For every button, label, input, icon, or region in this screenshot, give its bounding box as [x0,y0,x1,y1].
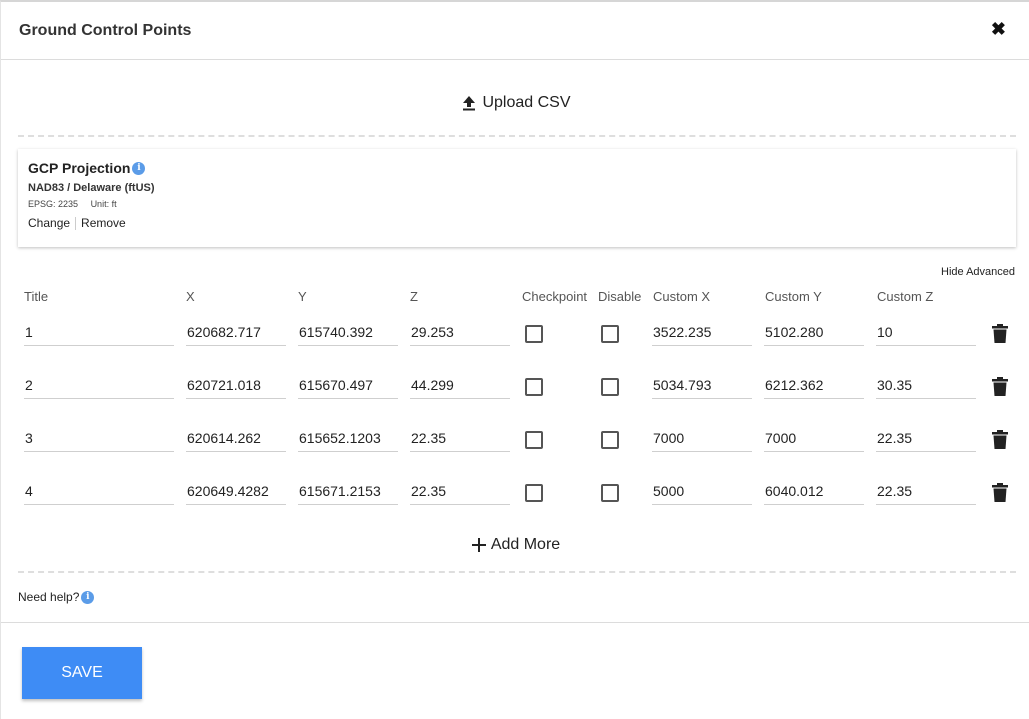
x-input[interactable] [186,425,286,452]
custom-y-input[interactable] [764,425,864,452]
column-header-custom-x: Custom X [653,289,711,304]
disable-checkbox[interactable] [601,484,619,502]
custom-y-input[interactable] [764,319,864,346]
title-input[interactable] [24,425,174,452]
add-more-label: Add More [490,536,561,553]
y-input[interactable] [298,478,398,505]
remove-projection-link[interactable]: Remove [81,216,126,230]
close-icon[interactable]: ✖ [991,19,1006,39]
projection-epsg: EPSG: 2235 [28,199,79,209]
column-header-x: X [186,289,195,304]
projection-unit: Unit: ft [90,199,117,209]
footer-divider [1,622,1029,623]
plus-icon [471,538,486,552]
projection-name: NAD83 / Delaware (ftUS) [28,182,155,194]
need-help-label: Need help? [18,590,80,604]
title-input[interactable] [24,478,174,505]
x-input[interactable] [186,478,286,505]
checkpoint-checkbox[interactable] [525,431,543,449]
custom-z-input[interactable] [876,319,976,346]
trash-icon[interactable] [992,430,1008,449]
custom-x-input[interactable] [652,319,752,346]
upload-divider [18,135,1016,137]
gcp-dialog: Ground Control Points ✖ Upload CSV GCP P… [0,0,1029,719]
disable-checkbox[interactable] [601,431,619,449]
dialog-header: Ground Control Points ✖ [1,2,1029,60]
title-input[interactable] [24,372,174,399]
custom-x-input[interactable] [652,478,752,505]
custom-z-input[interactable] [876,478,976,505]
save-button[interactable]: SAVE [22,647,142,699]
column-header-disable: Disable [598,289,642,304]
checkpoint-checkbox[interactable] [525,325,543,343]
action-separator [75,217,77,230]
y-input[interactable] [298,372,398,399]
hide-advanced-toggle[interactable]: Hide Advanced [941,266,1015,278]
upload-csv-button[interactable]: Upload CSV [460,94,571,112]
column-header-custom-y: Custom Y [765,289,822,304]
checkpoint-checkbox[interactable] [525,484,543,502]
z-input[interactable] [410,478,510,505]
z-input[interactable] [410,372,510,399]
custom-z-input[interactable] [876,425,976,452]
trash-icon[interactable] [992,483,1008,502]
table-divider [18,571,1016,573]
dialog-title: Ground Control Points [19,22,192,39]
column-header-checkpoint: Checkpoint [522,289,588,304]
upload-csv-label: Upload CSV [482,94,571,111]
projection-heading: GCP Projection [28,160,131,176]
disable-checkbox[interactable] [601,378,619,396]
upload-icon [463,96,476,111]
title-input[interactable] [24,319,174,346]
x-input[interactable] [186,319,286,346]
custom-x-input[interactable] [652,372,752,399]
change-projection-link[interactable]: Change [28,216,70,230]
column-header-title: Title [24,289,49,304]
y-input[interactable] [298,425,398,452]
trash-icon[interactable] [992,377,1008,396]
z-input[interactable] [410,425,510,452]
trash-icon[interactable] [992,324,1008,343]
y-input[interactable] [298,319,398,346]
gcp-projection-card: GCP Projection i NAD83 / Delaware (ftUS)… [18,149,1016,247]
custom-y-input[interactable] [764,478,864,505]
help-info-icon[interactable]: i [81,590,95,604]
info-icon[interactable]: i [132,161,146,175]
add-more-button[interactable]: Add More [471,536,560,554]
column-header-custom-z: Custom Z [877,289,934,304]
disable-checkbox[interactable] [601,325,619,343]
column-header-y: Y [298,289,307,304]
need-help: Need help? i [18,590,95,604]
column-header-z: Z [410,289,418,304]
custom-y-input[interactable] [764,372,864,399]
checkpoint-checkbox[interactable] [525,378,543,396]
x-input[interactable] [186,372,286,399]
custom-z-input[interactable] [876,372,976,399]
custom-x-input[interactable] [652,425,752,452]
z-input[interactable] [410,319,510,346]
